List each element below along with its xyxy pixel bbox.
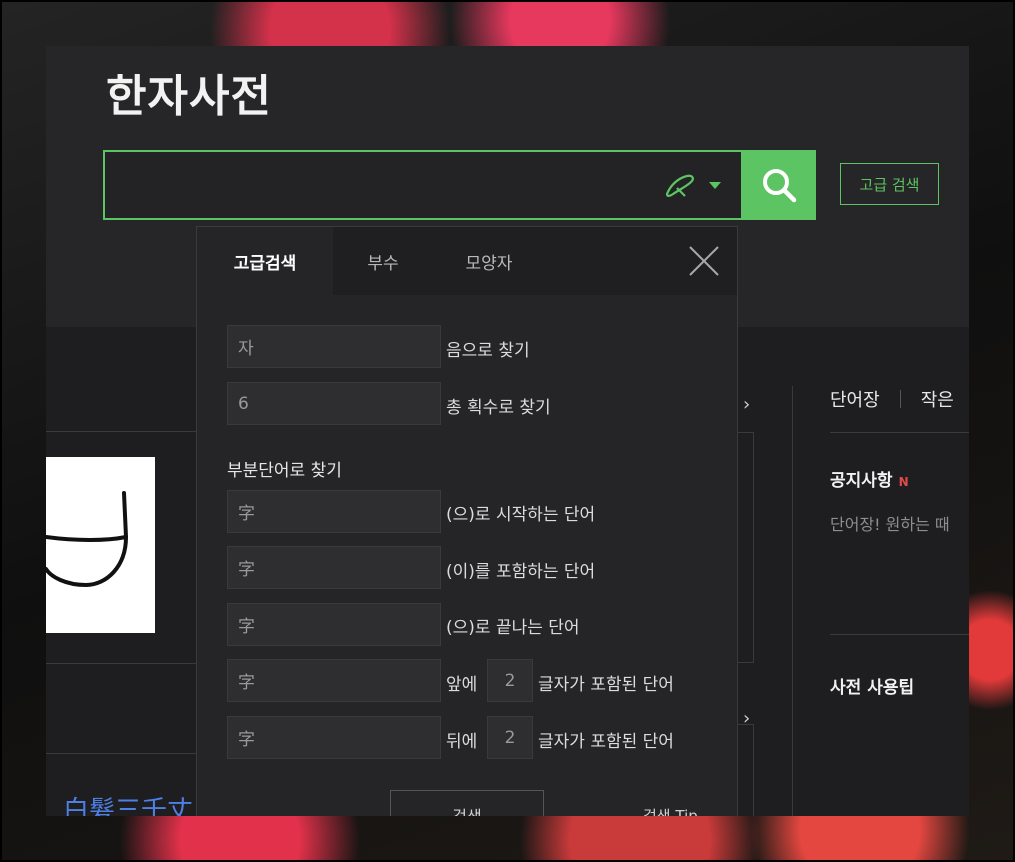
close-icon [689,246,719,276]
partial-word-heading: 부분단어로 찾기 [227,461,342,481]
advanced-search-button[interactable]: 고급 검색 [840,163,939,205]
stroke-count-label: 총 획수로 찾기 [446,398,551,418]
divider [46,663,196,664]
tab-wordbook[interactable]: 단어장 [830,386,880,412]
starts-with-input[interactable]: 字 [227,490,441,533]
new-badge: N [898,475,909,489]
tab-small[interactable]: 작은 [921,386,954,412]
reading-input[interactable]: 자 [227,325,441,368]
search-input[interactable] [103,150,743,220]
chevron-down-icon [709,181,721,189]
tips-heading: 사전 사용팁 [830,678,915,698]
search-icon [763,169,797,203]
tab-separator [899,390,901,408]
tab-advanced-search[interactable]: 고급검색 [197,227,333,295]
front-char-input[interactable]: 字 [227,659,441,702]
close-button[interactable] [687,244,721,278]
divider [46,431,196,432]
hanja-link[interactable]: 白髮三千丈 [63,790,193,816]
notice-text[interactable]: 단어장! 원하는 때 [830,511,950,535]
notice-heading[interactable]: 공지사항 N [830,466,909,491]
search-button[interactable] [742,150,816,220]
handwriting-canvas[interactable] [46,457,155,633]
side-tabs: 단어장 작은 [830,386,954,412]
tab-radical[interactable]: 부수 [333,227,433,295]
front-prefix-label: 앞에 [446,675,478,695]
advanced-search-popup: 고급검색 부수 모양자 자 음으로 찾기 6 총 획수로 찾기 부분단어로 찾기… [196,226,738,816]
dictionary-page: 한자사전 고급 검색 › › 단어장 작은 공지사항 N 단어장! 원하는 때 … [46,46,969,816]
tab-shape[interactable]: 모양자 [433,227,545,295]
notice-title: 공지사항 [830,471,893,491]
divider [792,386,793,816]
back-prefix-label: 뒤에 [446,732,478,752]
starts-with-label: (으)로 시작하는 단어 [446,505,596,525]
back-suffix-label: 글자가 포함된 단어 [538,732,674,752]
handwriting-stroke [46,491,129,588]
front-suffix-label: 글자가 포함된 단어 [538,675,674,695]
reading-label: 음으로 찾기 [446,341,530,361]
front-count-input[interactable]: 2 [487,659,533,702]
handwrite-toggle[interactable] [663,170,729,200]
content-card [736,432,754,663]
contains-label: (이)를 포함하는 단어 [446,562,596,582]
divider [46,753,196,754]
ends-with-label: (으)로 끝나는 단어 [446,618,580,638]
chevron-right-icon[interactable]: › [743,708,750,729]
search-tip-link[interactable]: 검색 Tip [643,805,698,816]
divider [830,634,969,635]
divider [830,432,969,433]
popup-tabbar: 고급검색 부수 모양자 [197,227,737,295]
contains-input[interactable]: 字 [227,546,441,589]
stroke-count-input[interactable]: 6 [227,382,441,425]
chevron-right-icon[interactable]: › [743,394,750,415]
brush-icon [665,174,694,197]
back-count-input[interactable]: 2 [487,716,533,759]
back-char-input[interactable]: 字 [227,716,441,759]
submit-search-button[interactable]: 검색 [390,790,544,816]
ends-with-input[interactable]: 字 [227,603,441,646]
site-logo[interactable]: 한자사전 [106,60,272,124]
content-card [736,724,754,816]
